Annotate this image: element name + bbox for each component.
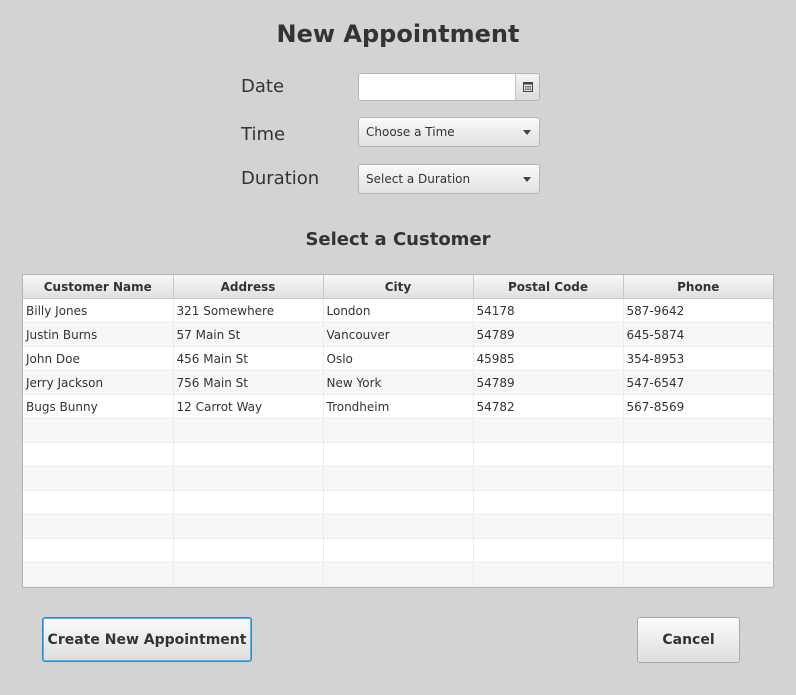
cell-phone: 354-8953 <box>623 346 773 371</box>
column-header-city[interactable]: City <box>323 275 474 299</box>
cancel-button[interactable]: Cancel <box>637 617 740 663</box>
cell-address: 756 Main St <box>173 370 324 395</box>
cell-phone: 547-6547 <box>623 370 773 395</box>
date-picker[interactable] <box>358 73 540 101</box>
duration-select[interactable]: Select a Duration <box>358 164 540 194</box>
column-header-phone[interactable]: Phone <box>623 275 773 299</box>
customer-table[interactable]: Customer Name Address City Postal Code P… <box>22 274 774 588</box>
empty-table-row <box>23 538 773 563</box>
time-label: Time <box>241 124 286 145</box>
cell-address: 57 Main St <box>173 322 324 347</box>
empty-table-row <box>23 514 773 539</box>
calendar-icon <box>522 82 533 92</box>
page-title: New Appointment <box>276 20 520 48</box>
empty-table-row <box>23 466 773 491</box>
cell-customer-name: Justin Burns <box>23 322 174 347</box>
cell-city: New York <box>323 370 474 395</box>
cell-postal-code: 54789 <box>473 322 624 347</box>
cell-phone: 645-5874 <box>623 322 773 347</box>
create-appointment-button[interactable]: Create New Appointment <box>42 617 252 662</box>
cell-customer-name: John Doe <box>23 346 174 371</box>
cell-city: Oslo <box>323 346 474 371</box>
column-header-customer-name[interactable]: Customer Name <box>23 275 174 299</box>
cell-postal-code: 54789 <box>473 370 624 395</box>
table-row[interactable]: Justin Burns 57 Main St Vancouver 54789 … <box>23 322 773 347</box>
cell-postal-code: 54782 <box>473 394 624 419</box>
empty-table-row <box>23 418 773 443</box>
column-header-postal-code[interactable]: Postal Code <box>473 275 624 299</box>
cell-customer-name: Bugs Bunny <box>23 394 174 419</box>
cell-customer-name: Billy Jones <box>23 298 174 323</box>
cell-postal-code: 54178 <box>473 298 624 323</box>
calendar-button[interactable] <box>515 74 539 100</box>
cell-address: 456 Main St <box>173 346 324 371</box>
cell-phone: 587-9642 <box>623 298 773 323</box>
table-header-row: Customer Name Address City Postal Code P… <box>23 275 773 299</box>
empty-table-row <box>23 442 773 467</box>
cell-address: 321 Somewhere <box>173 298 324 323</box>
customer-section-title: Select a Customer <box>305 229 491 250</box>
duration-label: Duration <box>241 168 320 189</box>
time-select-value: Choose a Time <box>366 125 455 139</box>
duration-select-value: Select a Duration <box>366 172 471 186</box>
cell-customer-name: Jerry Jackson <box>23 370 174 395</box>
chevron-down-icon <box>523 177 531 182</box>
cell-city: Vancouver <box>323 322 474 347</box>
table-row[interactable]: Jerry Jackson 756 Main St New York 54789… <box>23 370 773 395</box>
time-select[interactable]: Choose a Time <box>358 117 540 147</box>
empty-table-row <box>23 562 773 587</box>
date-input[interactable] <box>359 74 517 100</box>
cell-phone: 567-8569 <box>623 394 773 419</box>
column-header-address[interactable]: Address <box>173 275 324 299</box>
cell-postal-code: 45985 <box>473 346 624 371</box>
table-row[interactable]: Bugs Bunny 12 Carrot Way Trondheim 54782… <box>23 394 773 419</box>
empty-table-row <box>23 490 773 515</box>
cell-address: 12 Carrot Way <box>173 394 324 419</box>
date-label: Date <box>241 76 285 97</box>
table-row[interactable]: John Doe 456 Main St Oslo 45985 354-8953 <box>23 346 773 371</box>
chevron-down-icon <box>523 130 531 135</box>
cell-city: London <box>323 298 474 323</box>
cell-city: Trondheim <box>323 394 474 419</box>
table-row[interactable]: Billy Jones 321 Somewhere London 54178 5… <box>23 298 773 323</box>
